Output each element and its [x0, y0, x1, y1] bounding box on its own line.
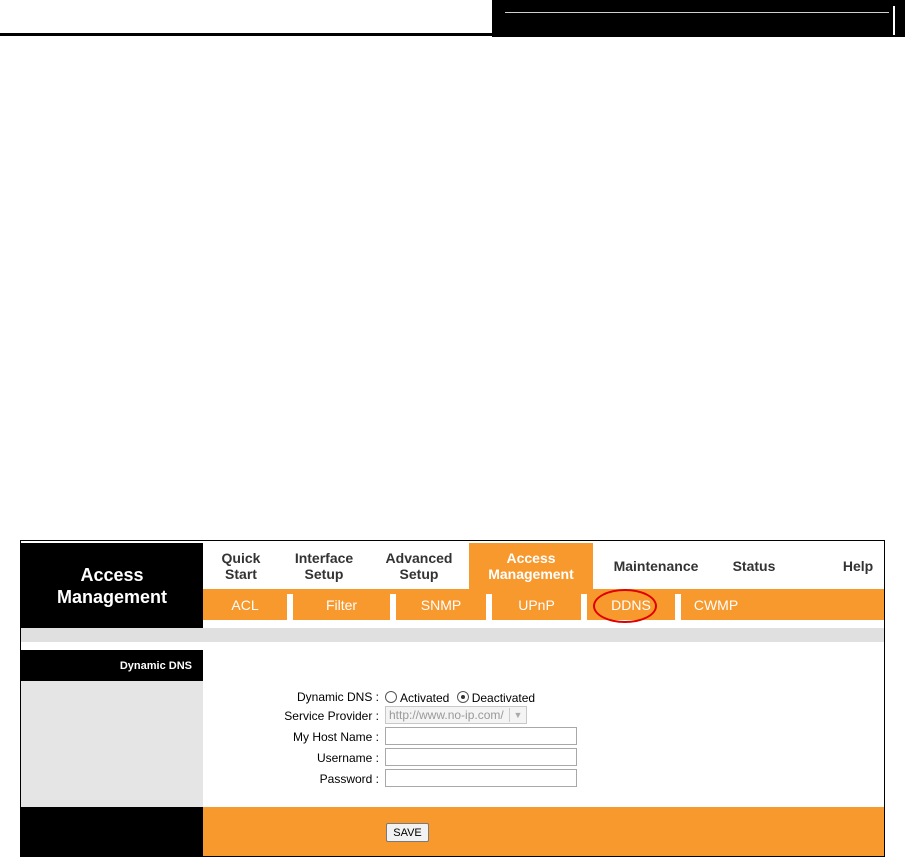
service-provider-select[interactable]: http://www.no-ip.com/ ▼ — [385, 706, 527, 724]
dynamic-dns-row: Dynamic DNS : Activated Deactivated — [203, 687, 884, 707]
tab-help[interactable]: Help — [835, 543, 881, 589]
dynamic-dns-label: Dynamic DNS : — [296, 690, 379, 704]
password-input[interactable] — [385, 769, 577, 787]
password-row: Password : — [203, 769, 884, 789]
tab-advanced-setup[interactable]: Advanced Setup — [369, 543, 469, 589]
subtab-filter[interactable]: Filter — [293, 589, 390, 620]
page-title-line1: Access — [80, 564, 144, 585]
footer-left-block — [21, 807, 203, 856]
section-label: Dynamic DNS — [21, 650, 203, 681]
service-provider-row: Service Provider : http://www.no-ip.com/… — [203, 706, 884, 726]
tab-quick-start[interactable]: Quick Start — [203, 543, 279, 589]
page-title-line2: Management — [56, 586, 168, 607]
left-column — [21, 681, 203, 807]
deactivated-label: Deactivated — [471, 691, 536, 705]
subtab-acl[interactable]: ACL — [203, 589, 287, 620]
page-header-bar — [492, 0, 905, 37]
password-label: Password : — [319, 772, 379, 786]
subtab-upnp[interactable]: UPnP — [492, 589, 581, 620]
activated-radio[interactable] — [385, 691, 397, 703]
service-provider-value: http://www.no-ip.com/ — [389, 708, 504, 722]
username-label: Username : — [316, 751, 379, 765]
host-name-label: My Host Name : — [292, 730, 379, 744]
save-button[interactable]: SAVE — [386, 823, 429, 842]
separator-band — [21, 628, 884, 642]
tab-interface-setup[interactable]: Interface Setup — [279, 543, 369, 589]
page-header-line — [505, 12, 889, 13]
tab-access-management[interactable]: Access Management — [469, 543, 593, 589]
deactivated-radio[interactable] — [456, 691, 469, 703]
username-row: Username : — [203, 748, 884, 768]
activated-label: Activated — [400, 691, 450, 705]
sub-nav: ACL Filter SNMP UPnP DDNS CWMP — [203, 589, 884, 620]
page-title: Access Management — [21, 543, 203, 628]
page-header-bar-end — [893, 6, 895, 35]
subtab-snmp[interactable]: SNMP — [396, 589, 486, 620]
username-input[interactable] — [385, 748, 577, 766]
footer-bar: SAVE — [203, 807, 884, 856]
chevron-down-icon: ▼ — [509, 708, 526, 722]
router-ui-window: Access Management Quick Start Interface Se… — [20, 540, 885, 857]
tab-status[interactable]: Status — [720, 543, 788, 589]
subtab-cwmp[interactable]: CWMP — [681, 589, 751, 620]
tab-maintenance[interactable]: Maintenance — [608, 543, 704, 589]
page-header-rule — [0, 33, 492, 36]
subtab-ddns[interactable]: DDNS — [587, 589, 675, 620]
ddns-form: Dynamic DNS : Activated Deactivated Serv… — [203, 681, 884, 807]
service-provider-label: Service Provider : — [284, 709, 379, 723]
host-name-row: My Host Name : — [203, 727, 884, 747]
main-nav: Quick Start Interface Setup Advanced Setup … — [203, 543, 884, 589]
host-name-input[interactable] — [385, 727, 577, 745]
